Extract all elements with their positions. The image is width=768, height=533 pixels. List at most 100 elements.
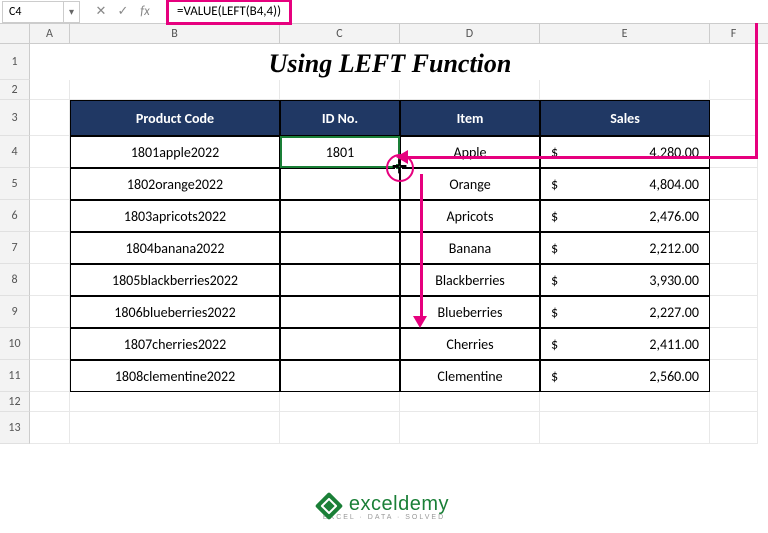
cell-d2[interactable]	[400, 80, 540, 100]
col-header-f[interactable]: F	[710, 24, 758, 43]
cell-c2[interactable]	[280, 80, 400, 100]
cell-b11[interactable]: 1808clementine2022	[70, 360, 280, 392]
cell-e13[interactable]	[540, 412, 710, 444]
header-sales[interactable]: Sales	[540, 100, 710, 136]
cell-a5[interactable]	[30, 168, 70, 200]
cell-a6[interactable]	[30, 200, 70, 232]
close-icon: ✕	[96, 4, 107, 19]
row-4: 4 1801apple2022 1801 Apple $4,280.00	[0, 136, 768, 168]
row-header-4[interactable]: 4	[0, 136, 30, 168]
cell-b8[interactable]: 1805blackberries2022	[70, 264, 280, 296]
cell-d4[interactable]: Apple	[400, 136, 540, 168]
formula-input[interactable]: =VALUE(LEFT(B4,4))	[156, 1, 768, 23]
cell-d12[interactable]	[400, 392, 540, 412]
cell-b5[interactable]: 1802orange2022	[70, 168, 280, 200]
row-header-11[interactable]: 11	[0, 360, 30, 392]
col-header-d[interactable]: D	[400, 24, 540, 43]
cell-c9[interactable]	[280, 296, 400, 328]
cell-c4-active[interactable]: 1801	[280, 136, 400, 168]
cell-b4[interactable]: 1801apple2022	[70, 136, 280, 168]
cell-c6[interactable]	[280, 200, 400, 232]
row-header-2[interactable]: 2	[0, 80, 30, 100]
name-box[interactable]: C4	[2, 1, 64, 23]
cell-a9[interactable]	[30, 296, 70, 328]
cell-a3[interactable]	[30, 100, 70, 136]
cell-b9[interactable]: 1806blueberries2022	[70, 296, 280, 328]
cell-f6[interactable]	[710, 200, 758, 232]
row-header-12[interactable]: 12	[0, 392, 30, 412]
cell-e6[interactable]: $2,476.00	[540, 200, 710, 232]
cell-f10[interactable]	[710, 328, 758, 360]
cell-b6[interactable]: 1803apricots2022	[70, 200, 280, 232]
cell-c10[interactable]	[280, 328, 400, 360]
cell-a7[interactable]	[30, 232, 70, 264]
cell-f13[interactable]	[710, 412, 758, 444]
cell-e2[interactable]	[540, 80, 710, 100]
cell-a12[interactable]	[30, 392, 70, 412]
cell-c11[interactable]	[280, 360, 400, 392]
cell-e7[interactable]: $2,212.00	[540, 232, 710, 264]
cell-c12[interactable]	[280, 392, 400, 412]
cell-c13[interactable]	[280, 412, 400, 444]
row-header-5[interactable]: 5	[0, 168, 30, 200]
cell-a1[interactable]	[30, 44, 70, 80]
cell-e8[interactable]: $3,930.00	[540, 264, 710, 296]
col-header-c[interactable]: C	[280, 24, 400, 43]
row-header-10[interactable]: 10	[0, 328, 30, 360]
cell-c7[interactable]	[280, 232, 400, 264]
enter-formula-button[interactable]: ✓	[112, 1, 134, 23]
row-header-7[interactable]: 7	[0, 232, 30, 264]
row-header-3[interactable]: 3	[0, 100, 30, 136]
cell-a2[interactable]	[30, 80, 70, 100]
cell-a11[interactable]	[30, 360, 70, 392]
cell-b10[interactable]: 1807cherries2022	[70, 328, 280, 360]
row-header-13[interactable]: 13	[0, 412, 30, 444]
title-cell[interactable]: Using LEFT Function	[70, 44, 710, 80]
formula-text: =VALUE(LEFT(B4,4))	[177, 4, 281, 19]
cell-b12[interactable]	[70, 392, 280, 412]
col-header-e[interactable]: E	[540, 24, 710, 43]
cell-e12[interactable]	[540, 392, 710, 412]
cell-f4[interactable]	[710, 136, 758, 168]
row-header-1[interactable]: 1	[0, 44, 30, 80]
col-header-a[interactable]: A	[30, 24, 70, 43]
cell-f7[interactable]	[710, 232, 758, 264]
cell-f11[interactable]	[710, 360, 758, 392]
cell-f9[interactable]	[710, 296, 758, 328]
cell-e10[interactable]: $2,411.00	[540, 328, 710, 360]
header-product-code[interactable]: Product Code	[70, 100, 280, 136]
row-9: 9 1806blueberries2022 Blueberries $2,227…	[0, 296, 768, 328]
cell-e4[interactable]: $4,280.00	[540, 136, 710, 168]
cell-f3[interactable]	[710, 100, 758, 136]
cell-c8[interactable]	[280, 264, 400, 296]
cell-a8[interactable]	[30, 264, 70, 296]
insert-function-button[interactable]: fx	[134, 1, 156, 23]
col-header-b[interactable]: B	[70, 24, 280, 43]
cell-f12[interactable]	[710, 392, 758, 412]
cell-d11[interactable]: Clementine	[400, 360, 540, 392]
cell-a13[interactable]	[30, 412, 70, 444]
row-header-9[interactable]: 9	[0, 296, 30, 328]
cell-e5[interactable]: $4,804.00	[540, 168, 710, 200]
cell-e11[interactable]: $2,560.00	[540, 360, 710, 392]
row-header-6[interactable]: 6	[0, 200, 30, 232]
header-item[interactable]: Item	[400, 100, 540, 136]
cell-a4[interactable]	[30, 136, 70, 168]
cell-e9[interactable]: $2,227.00	[540, 296, 710, 328]
cell-f2[interactable]	[710, 80, 758, 100]
cell-d10[interactable]: Cherries	[400, 328, 540, 360]
cell-b13[interactable]	[70, 412, 280, 444]
row-header-8[interactable]: 8	[0, 264, 30, 296]
row-5: 5 1802orange2022 Orange $4,804.00	[0, 168, 768, 200]
cell-b7[interactable]: 1804banana2022	[70, 232, 280, 264]
cell-d13[interactable]	[400, 412, 540, 444]
header-id-no[interactable]: ID No.	[280, 100, 400, 136]
cell-b2[interactable]	[70, 80, 280, 100]
cell-a10[interactable]	[30, 328, 70, 360]
select-all-corner[interactable]	[0, 24, 30, 43]
cell-f5[interactable]	[710, 168, 758, 200]
cancel-formula-button[interactable]: ✕	[90, 1, 112, 23]
cell-f8[interactable]	[710, 264, 758, 296]
name-box-dropdown[interactable]: ▾	[64, 1, 80, 23]
cell-c5[interactable]	[280, 168, 400, 200]
